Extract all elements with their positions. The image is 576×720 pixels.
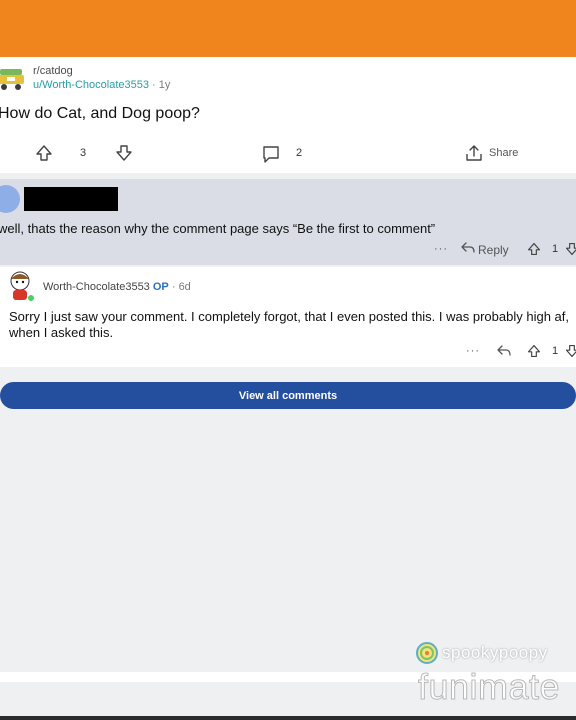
spiral-logo-icon <box>416 642 438 664</box>
comment-op-reply: Worth-Chocolate3553 OP · 6d Sorry I just… <box>0 267 576 367</box>
upvote-icon[interactable] <box>35 144 53 162</box>
comment-meta: Worth-Chocolate3553 OP · 6d <box>43 281 191 293</box>
more-options-button[interactable]: ··· <box>434 243 448 255</box>
comment-age: 6d <box>178 281 191 293</box>
avatar[interactable] <box>6 269 36 303</box>
reply-button[interactable]: Reply <box>478 243 509 257</box>
op-badge: OP <box>152 281 169 293</box>
more-options-button[interactable]: ··· <box>466 345 480 357</box>
downvote-icon[interactable] <box>565 242 576 256</box>
comment-vote-count: 1 <box>552 243 559 255</box>
reply-icon[interactable] <box>460 241 476 255</box>
post-age: 1y <box>158 79 171 91</box>
bottom-edge <box>0 716 576 720</box>
comment-meta-separator: · <box>168 281 179 293</box>
post-meta: u/Worth-Chocolate3553 · 1y <box>33 79 170 91</box>
creator-handle: spookypoopy <box>442 643 548 662</box>
post-vote-count: 3 <box>80 147 87 159</box>
avatar[interactable] <box>0 185 20 213</box>
post-author[interactable]: u/Worth-Chocolate3553 <box>33 79 149 91</box>
post-title: How do Cat, and Dog poop? <box>0 105 200 122</box>
comment-author[interactable]: Worth-Chocolate3553 <box>43 281 150 293</box>
post-comment-count: 2 <box>296 147 303 159</box>
redacted-username <box>24 187 118 211</box>
reply-icon[interactable] <box>496 344 512 358</box>
share-icon[interactable] <box>464 143 484 163</box>
creator-watermark: spookypoopy <box>416 642 548 664</box>
subreddit-name[interactable]: r/catdog <box>33 65 73 77</box>
app-watermark: funimate <box>417 666 561 708</box>
post-meta-separator: · <box>148 79 159 91</box>
upvote-icon[interactable] <box>527 242 541 256</box>
share-button[interactable]: Share <box>489 147 518 159</box>
comment-body: Sorry I just saw your comment. I complet… <box>9 309 569 340</box>
comment-redacted-user: well, thats the reason why the comment p… <box>0 179 576 265</box>
downvote-icon[interactable] <box>565 344 576 358</box>
comment-body: well, thats the reason why the comment p… <box>0 221 436 236</box>
comment-vote-count: 1 <box>552 345 559 357</box>
upvote-icon[interactable] <box>527 344 541 358</box>
view-all-comments-button[interactable]: View all comments <box>0 382 576 409</box>
subreddit-avatar-icon[interactable] <box>0 65 26 91</box>
comment-icon[interactable] <box>261 144 281 164</box>
post-card[interactable]: r/catdog u/Worth-Chocolate3553 · 1y How … <box>0 57 576 173</box>
downvote-icon[interactable] <box>115 144 133 162</box>
top-bar <box>0 0 576 57</box>
